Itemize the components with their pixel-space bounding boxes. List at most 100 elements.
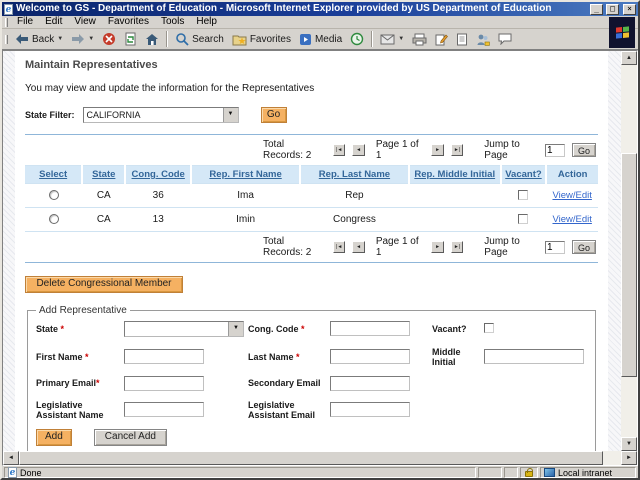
next-page-button[interactable]: ► — [431, 241, 444, 253]
next-page-button[interactable]: ► — [431, 144, 444, 156]
header-middle-initial[interactable]: Rep. Middle Initial — [407, 165, 501, 184]
back-icon — [16, 34, 28, 44]
cell-cong-code: 13 — [125, 207, 192, 232]
primary-email-input[interactable] — [124, 375, 204, 391]
discuss-button[interactable] — [494, 30, 516, 49]
menu-tools[interactable]: Tools — [155, 16, 190, 28]
menu-bar: File Edit View Favorites Tools Help — [2, 16, 638, 29]
mail-button[interactable]: ▼ — [376, 30, 408, 49]
mail-dropdown-icon[interactable]: ▼ — [398, 36, 404, 42]
horizontal-scroll-track[interactable] — [19, 451, 621, 465]
filter-go-button[interactable]: Go — [260, 107, 287, 123]
close-button[interactable]: × — [623, 3, 636, 15]
representatives-table: Select State Cong. Code Rep. First Name … — [25, 165, 598, 232]
primary-email-label: Primary Email* — [36, 378, 100, 388]
document-button[interactable] — [452, 30, 472, 49]
first-page-button[interactable]: |◄ — [332, 144, 346, 156]
media-icon — [299, 33, 311, 45]
lock-icon — [525, 467, 533, 477]
back-button[interactable]: Back ▼ — [11, 30, 67, 49]
header-select[interactable]: Select — [25, 165, 83, 184]
toolbar: Back ▼ ▼ Search Favorites Media ▼ — [2, 29, 638, 50]
last-page-button[interactable]: ►| — [450, 241, 464, 253]
menu-file[interactable]: File — [11, 16, 39, 28]
jump-go-button[interactable]: Go — [572, 240, 597, 254]
total-records-label: Total Records: — [263, 236, 304, 258]
vertical-scroll-thumb[interactable] — [621, 153, 637, 377]
edit-button[interactable] — [431, 30, 452, 49]
last-name-input[interactable] — [330, 349, 410, 364]
header-vacant[interactable]: Vacant? — [499, 165, 547, 184]
chevron-down-icon[interactable]: ▼ — [222, 108, 238, 122]
last-page-button[interactable]: ►| — [450, 144, 464, 156]
header-last-name[interactable]: Rep. Last Name — [299, 165, 409, 184]
legislative-assistant-name-input[interactable] — [124, 402, 204, 417]
history-button[interactable] — [346, 30, 368, 49]
header-first-name[interactable]: Rep. First Name — [190, 165, 301, 184]
refresh-icon — [125, 32, 136, 46]
vertical-scroll-track[interactable] — [621, 65, 637, 437]
row-select-radio[interactable] — [48, 190, 59, 201]
favorites-button[interactable]: Favorites — [228, 30, 295, 49]
media-button[interactable]: Media — [295, 30, 346, 49]
search-label: Search — [192, 33, 224, 45]
divider — [25, 262, 598, 263]
menu-favorites[interactable]: Favorites — [102, 16, 155, 28]
page-indicator: Page 1 of 1 — [375, 139, 419, 161]
row-select-radio[interactable] — [48, 214, 59, 225]
history-icon — [351, 32, 364, 46]
scroll-right-button[interactable]: ► — [621, 451, 637, 465]
restore-button[interactable]: □ — [606, 3, 619, 15]
messenger-button[interactable] — [472, 30, 494, 49]
state-filter-select[interactable]: CALIFORNIA ▼ — [82, 107, 239, 123]
jump-to-page-input[interactable] — [545, 240, 566, 254]
vacant-checkbox[interactable] — [518, 214, 529, 225]
secondary-email-input[interactable] — [330, 375, 410, 391]
delete-congressional-member-button[interactable]: Delete Congressional Member — [25, 275, 183, 293]
horizontal-scrollbar[interactable]: ◄ ► — [3, 451, 637, 465]
minimize-button[interactable]: _ — [590, 3, 603, 15]
header-cong-code[interactable]: Cong. Code — [124, 165, 192, 184]
header-state[interactable]: State — [81, 165, 126, 184]
add-state-select[interactable]: ▼ — [124, 320, 244, 337]
stop-button[interactable] — [98, 30, 120, 49]
search-button[interactable]: Search — [171, 30, 228, 49]
middle-initial-input[interactable] — [484, 349, 584, 364]
first-name-input[interactable] — [124, 349, 204, 364]
chevron-down-icon[interactable]: ▼ — [228, 321, 243, 336]
jump-to-page-input[interactable] — [545, 143, 566, 157]
jump-go-button[interactable]: Go — [572, 143, 597, 157]
scroll-left-button[interactable]: ◄ — [3, 451, 19, 465]
legislative-assistant-email-input[interactable] — [330, 402, 410, 417]
prev-page-button[interactable]: ◄ — [352, 241, 365, 253]
refresh-button[interactable] — [120, 30, 141, 49]
prev-page-button[interactable]: ◄ — [352, 144, 365, 156]
back-dropdown-icon[interactable]: ▼ — [57, 36, 63, 42]
total-records: Total Records: 2 — [263, 139, 326, 161]
first-page-button[interactable]: |◄ — [332, 241, 346, 253]
view-edit-link[interactable]: View/Edit — [552, 190, 591, 201]
menu-help[interactable]: Help — [190, 16, 223, 28]
print-button[interactable] — [408, 30, 431, 49]
menu-view[interactable]: View — [68, 16, 102, 28]
view-edit-link[interactable]: View/Edit — [552, 214, 591, 225]
vacant-checkbox[interactable] — [518, 190, 529, 201]
add-representative-form: Add Representative State * ▼ Cong. Code … — [27, 304, 596, 451]
cong-code-input[interactable] — [330, 321, 410, 336]
search-icon — [176, 33, 189, 46]
add-vacant-checkbox[interactable] — [484, 323, 494, 334]
forward-dropdown-icon[interactable]: ▼ — [88, 36, 94, 42]
cancel-add-button[interactable]: Cancel Add — [93, 428, 167, 446]
horizontal-scroll-thumb[interactable] — [19, 451, 603, 465]
forward-button[interactable]: ▼ — [67, 30, 98, 49]
scroll-up-button[interactable]: ▲ — [621, 51, 637, 65]
scroll-down-button[interactable]: ▼ — [621, 437, 637, 451]
status-pane-empty — [478, 467, 502, 478]
status-pane-empty — [504, 467, 518, 478]
add-button[interactable]: Add — [36, 428, 72, 446]
menu-edit[interactable]: Edit — [39, 16, 68, 28]
middle-initial-label: Middle Initial — [432, 346, 461, 367]
vertical-scrollbar[interactable]: ▲ ▼ — [621, 51, 637, 451]
home-button[interactable] — [141, 30, 163, 49]
cell-state: CA — [82, 183, 126, 208]
